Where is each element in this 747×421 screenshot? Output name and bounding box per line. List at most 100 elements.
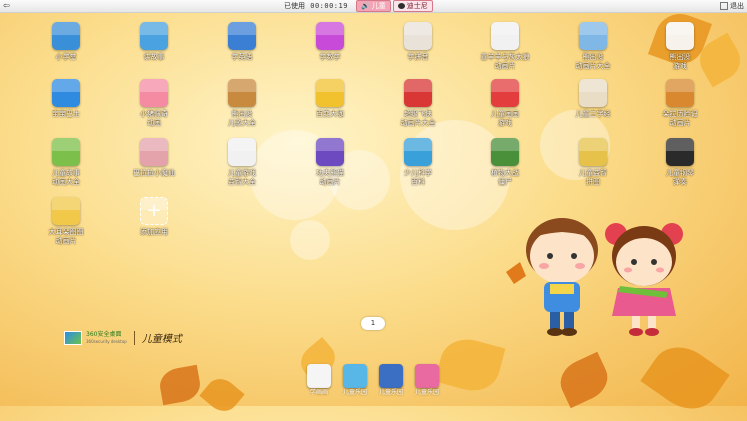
girl-figure [605,223,683,336]
app-label: 儿童益智 拼图 [579,169,607,186]
app-label: 儿童钢琴 弹奏 [666,169,694,186]
back-arrow-icon[interactable]: ⇦ [3,1,10,10]
app-tile[interactable]: 儿童故事 动画大全 [36,138,96,187]
bus-icon [52,79,80,107]
app-label: 喜羊羊与灰太狼 动画片 [480,53,530,70]
app-label: 百变大咖 [316,110,344,118]
plus-icon: + [140,197,168,225]
app-tile[interactable]: 大耳朵图图 动画片 [36,197,96,246]
app-label: 熊出没 游戏 [669,53,691,70]
app-tile[interactable]: 巴拉拉小魔仙 [124,138,184,178]
app-label: 大耳朵图图 动画片 [48,228,84,245]
app-tile[interactable]: 熊出没 游戏 [650,22,710,71]
app-tile[interactable]: 学拼音 [388,22,448,62]
app-label: 添加应用 [140,228,168,236]
mode-title: 儿童模式 [141,334,182,345]
app-tile[interactable]: 儿童三字经 [563,79,623,119]
exit-button[interactable]: 退出 [720,1,744,11]
app-label: 宝宝巴士 [52,110,80,118]
gamepad-icon [228,138,256,166]
app-tile[interactable]: 儿童钢琴 弹奏 [650,138,710,187]
top-bar: ⇦ 已使用 00:00:19 🔊 儿童 迪士尼 退出 [0,0,747,13]
piano-icon [666,138,694,166]
science-icon [404,138,432,166]
exit-label: 退出 [730,2,744,10]
flower-icon [491,79,519,107]
app-tile[interactable]: 宝宝巴士 [36,79,96,119]
app-tile[interactable]: 功夫熊猫 动画片 [300,138,360,187]
app-tile[interactable]: 超级飞侠 动画片大全 [388,79,448,128]
app-label: 朵拉历险记 动画片 [662,110,698,127]
app-tile[interactable]: 儿童游戏 益智大全 [212,138,272,187]
tutu-icon [52,197,80,225]
exit-icon [720,2,728,10]
bear-icon [579,22,607,50]
app-tile[interactable]: 熊出没 儿歌大全 [212,79,272,128]
app-tile[interactable]: 儿童益智 拼图 [563,138,623,187]
app-tile[interactable]: 朵拉历险记 动画片 [650,79,710,128]
app-label: 学英语 [231,53,253,61]
app-tile[interactable]: 植物大战 僵尸 [475,138,535,187]
book-icon [404,22,432,50]
usage-label: 已使用 [284,2,305,10]
tab-disney[interactable]: 迪士尼 [392,0,433,12]
math-icon [316,22,344,50]
app-tile[interactable]: 百变大咖 [300,79,360,119]
desktop-logo-icon [64,330,82,345]
app-tile[interactable]: 熊出没 动画片大全 [563,22,623,71]
app-tile[interactable]: 少儿科学 百科 [388,138,448,187]
tab-children[interactable]: 🔊 儿童 [356,0,391,12]
app-label: 功夫熊猫 动画片 [316,169,344,186]
dock-item[interactable]: 儿童乐园 [340,364,370,397]
app-tile[interactable]: 喜羊羊与灰太狼 动画片 [475,22,535,71]
bottom-dock: 学画画 儿童乐园 儿童乐园 儿童乐园 [304,364,442,397]
app-label: 儿童三字经 [575,110,611,118]
app-label: 儿童故事 动画大全 [52,169,80,186]
app-tile[interactable]: 讲故事 [124,22,184,62]
pig-icon [140,79,168,107]
castle-dock-icon [415,364,439,388]
brand-name: 360安全桌面 360security desktop [86,331,127,345]
app-label: 植物大战 僵尸 [491,169,519,186]
bear-song-icon [228,79,256,107]
mode-tabs: 🔊 儿童 迪士尼 [356,0,433,12]
add-app-button[interactable]: + 添加应用 [124,197,184,237]
app-label: 儿童画画 游戏 [491,110,519,127]
app-label: 讲故事 [143,53,165,61]
dock-label: 儿童乐园 [342,389,367,396]
bokeh-decoration [290,220,330,260]
dock-item[interactable]: 学画画 [304,364,334,397]
app-tile[interactable]: 学数学 [300,22,360,62]
maple-leaf-decoration [157,364,203,406]
page-indicator[interactable]: 1 [361,317,385,330]
puzzle-icon [316,79,344,107]
app-label: 熊出没 儿歌大全 [228,110,256,127]
bear-face-icon [666,22,694,50]
children-illustration [506,218,683,336]
app-tile[interactable]: 学英语 [212,22,272,62]
dock-label: 儿童乐园 [414,389,439,396]
speaker-icon: 🔊 [361,2,370,10]
app-label: 少儿科学 百科 [404,169,432,186]
dock-item[interactable]: 儿童乐园 [376,364,406,397]
app-tile[interactable]: 小学堂 [36,22,96,62]
sheep-icon [491,22,519,50]
app-label: 小猪佩奇 动画 [140,110,168,127]
scroll-icon [579,79,607,107]
app-label: 学数学 [319,53,341,61]
usage-timer: 已使用 00:00:19 [284,1,348,11]
maple-leaf-decoration [553,351,615,409]
maple-leaf-decoration [199,372,245,418]
usage-time: 00:00:19 [310,2,348,10]
castle-icon [52,138,80,166]
tab-label: 迪士尼 [406,2,428,10]
dock-item[interactable]: 儿童乐园 [412,364,442,397]
app-tile[interactable]: 儿童画画 游戏 [475,79,535,128]
tab-label: 儿童 [371,2,386,10]
dora-icon [666,79,694,107]
story-tv-icon [140,22,168,50]
school-hat-icon [52,22,80,50]
app-tile[interactable]: 小猪佩奇 动画 [124,79,184,128]
pencil-icon [307,364,331,388]
park-icon [343,364,367,388]
